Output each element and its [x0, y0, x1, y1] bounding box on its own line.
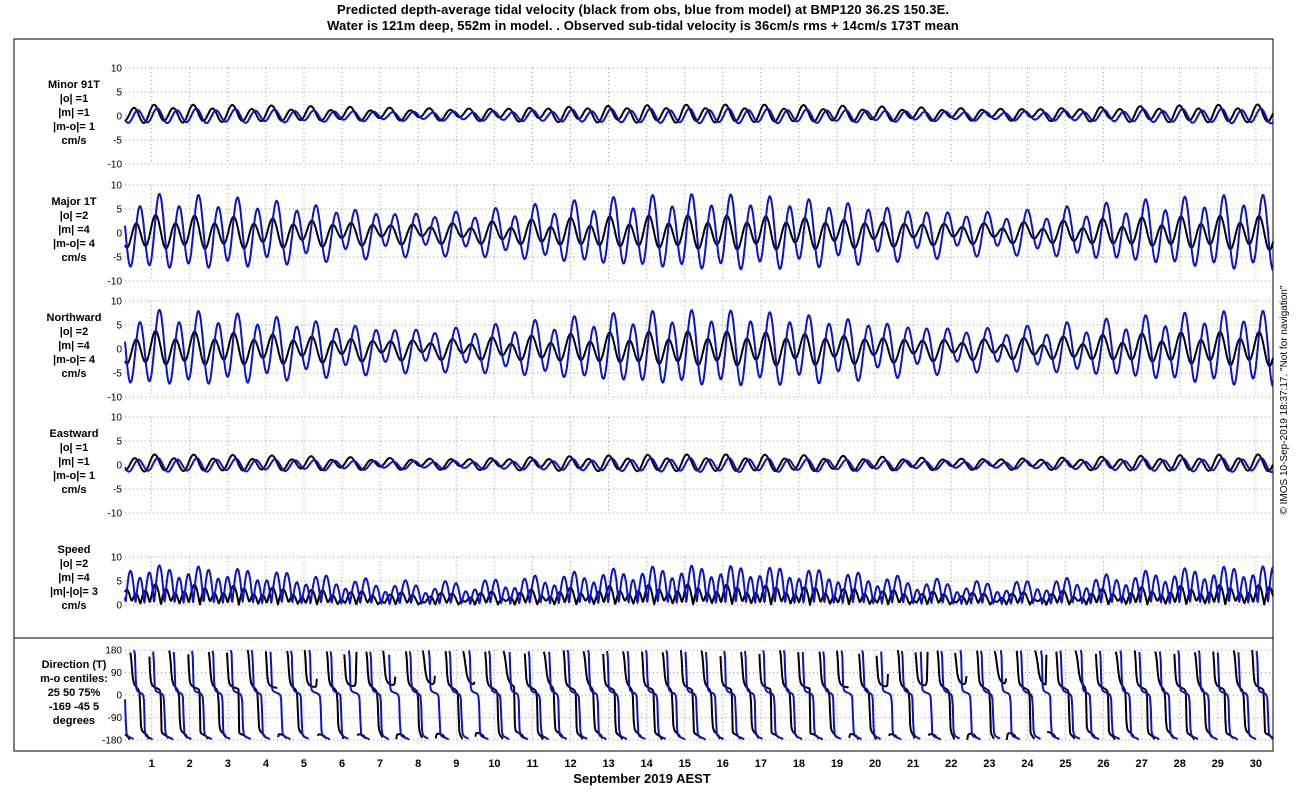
xtick-label: 20	[869, 758, 881, 770]
panel-label: Direction (T)	[42, 659, 107, 671]
ytick-label: 5	[116, 321, 122, 332]
panel-label: cm/s	[61, 600, 86, 612]
ytick-label: 10	[111, 64, 123, 75]
ytick-label: 5	[116, 88, 122, 99]
xtick-label: 24	[1021, 758, 1034, 770]
x-axis-label: September 2019 AEST	[573, 771, 711, 786]
panel-label: |m| =1	[58, 107, 90, 119]
xtick-label: 25	[1059, 758, 1071, 770]
panel-label: cm/s	[61, 368, 86, 380]
panel-label: |o| =2	[60, 558, 88, 570]
panel-label: |m-o|= 4	[53, 354, 96, 366]
panel-speed: 10 5 0 Speed |o| =2 |m| =4 |m|-|o|= 3 cm/s	[50, 544, 1274, 612]
ytick-label: 10	[111, 297, 123, 308]
panel-label: Eastward	[50, 428, 99, 440]
ytick-label: 0	[116, 229, 122, 240]
panel-label: Minor 91T	[48, 79, 100, 91]
ytick-label: -5	[113, 136, 122, 147]
ytick-label: 180	[105, 646, 122, 657]
xtick-label: 27	[1136, 758, 1148, 770]
panel-label: -169 -45 5	[49, 701, 99, 713]
panel-eastward: 10 5 0 -5 -10 Eastward |o| =1 |m| =1 |m-o|= 1 cm/…	[50, 413, 1274, 520]
xtick-label: 18	[793, 758, 805, 770]
ytick-label: 0	[116, 345, 122, 356]
panel-label: |m| =1	[58, 456, 90, 468]
xtick-label: 28	[1174, 758, 1186, 770]
panel-label: cm/s	[61, 484, 86, 496]
xtick-label: 21	[907, 758, 919, 770]
xtick-label: 10	[488, 758, 500, 770]
ytick-label: 5	[116, 205, 122, 216]
ytick-label: 5	[116, 577, 122, 588]
panel-label: degrees	[53, 715, 95, 727]
panel-label: |o| =1	[60, 93, 88, 105]
xtick-label: 17	[755, 758, 767, 770]
panel-label: |m|-|o|= 3	[50, 586, 98, 598]
ytick-label: 5	[116, 437, 122, 448]
panel-label: |o| =2	[60, 210, 88, 222]
ytick-label: 0	[116, 112, 122, 123]
ytick-label: 10	[111, 553, 123, 564]
xtick-label: 14	[641, 758, 654, 770]
xtick-label: 15	[679, 758, 691, 770]
xtick-label: 23	[983, 758, 995, 770]
ytick-label: -10	[108, 393, 123, 404]
xtick-label: 6	[339, 758, 345, 770]
ytick-label: -5	[113, 369, 122, 380]
series-model-speed	[124, 564, 1274, 605]
ytick-label: 0	[116, 601, 122, 612]
xtick-label: 9	[453, 758, 459, 770]
panel-label: |m-o|= 4	[53, 238, 96, 250]
ytick-label: 0	[116, 461, 122, 472]
xtick-label: 19	[831, 758, 843, 770]
ytick-label: 0	[116, 691, 122, 702]
panel-label: cm/s	[61, 135, 86, 147]
xtick-label: 12	[564, 758, 576, 770]
ytick-label: -10	[108, 509, 123, 520]
panel-minor: 10 5 0 -5 -10 Minor 91T |o| =1 |m| =1 |m-o|= 1 cm…	[48, 64, 1274, 171]
xtick-label: 3	[225, 758, 231, 770]
panel-northward: 10 5 0 -5 -10 Northward |o| =2 |m| =4 |m-o|= 4 cm…	[47, 297, 1274, 404]
panel-major: 10 5 0 -5 -10 Major 1T |o| =2 |m| =4 |m-o|= 4 cm/…	[51, 181, 1274, 288]
xtick-label: 11	[527, 758, 539, 770]
panel-label: m-o centiles:	[40, 673, 108, 685]
xtick-label: 16	[717, 758, 729, 770]
panel-label: Speed	[57, 544, 90, 556]
ytick-label: 10	[111, 181, 123, 192]
xtick-label: 13	[602, 758, 614, 770]
ytick-label: -180	[102, 736, 122, 747]
xtick-label: 22	[945, 758, 957, 770]
panel-label: Major 1T	[51, 196, 97, 208]
panel-label: |m| =4	[58, 340, 90, 352]
xtick-label: 4	[263, 758, 270, 770]
xtick-label: 1	[149, 758, 155, 770]
panel-direction: 180 90 0 -90 -180 Direction (T) m-o centiles: 2…	[40, 646, 1274, 747]
xtick-label: 8	[415, 758, 421, 770]
ytick-label: -10	[108, 277, 123, 288]
ytick-label: -90	[108, 713, 123, 724]
ytick-label: 10	[111, 413, 123, 424]
panel-label: |m| =4	[58, 572, 90, 584]
credit-text: © IMOS 10-Sep-2019 18:37:17. "Not for na…	[1279, 285, 1290, 514]
ytick-label: -5	[113, 253, 122, 264]
panel-label: |o| =1	[60, 442, 88, 454]
ytick-label: -10	[108, 160, 123, 171]
tidal-velocity-chart: 1050-5-10Minor 91T|o| =1|m| =1|m-o|= 1cm…	[13, 38, 1290, 786]
panel-label: |m-o|= 1	[53, 470, 95, 482]
panel-label: |m| =4	[58, 224, 90, 236]
xtick-label: 29	[1212, 758, 1224, 770]
ytick-label: -5	[113, 485, 122, 496]
ytick-label: 90	[111, 668, 123, 679]
panel-label: |o| =2	[60, 326, 88, 338]
xtick-label: 30	[1250, 758, 1262, 770]
panel-label: 25 50 75%	[48, 687, 101, 699]
xtick-label: 5	[301, 758, 307, 770]
panel-label: |m-o|= 1	[53, 121, 95, 133]
panel-label: Northward	[47, 312, 102, 324]
xtick-label: 7	[377, 758, 383, 770]
xtick-label: 26	[1097, 758, 1109, 770]
xtick-label: 2	[187, 758, 193, 770]
panel-label: cm/s	[61, 252, 86, 264]
